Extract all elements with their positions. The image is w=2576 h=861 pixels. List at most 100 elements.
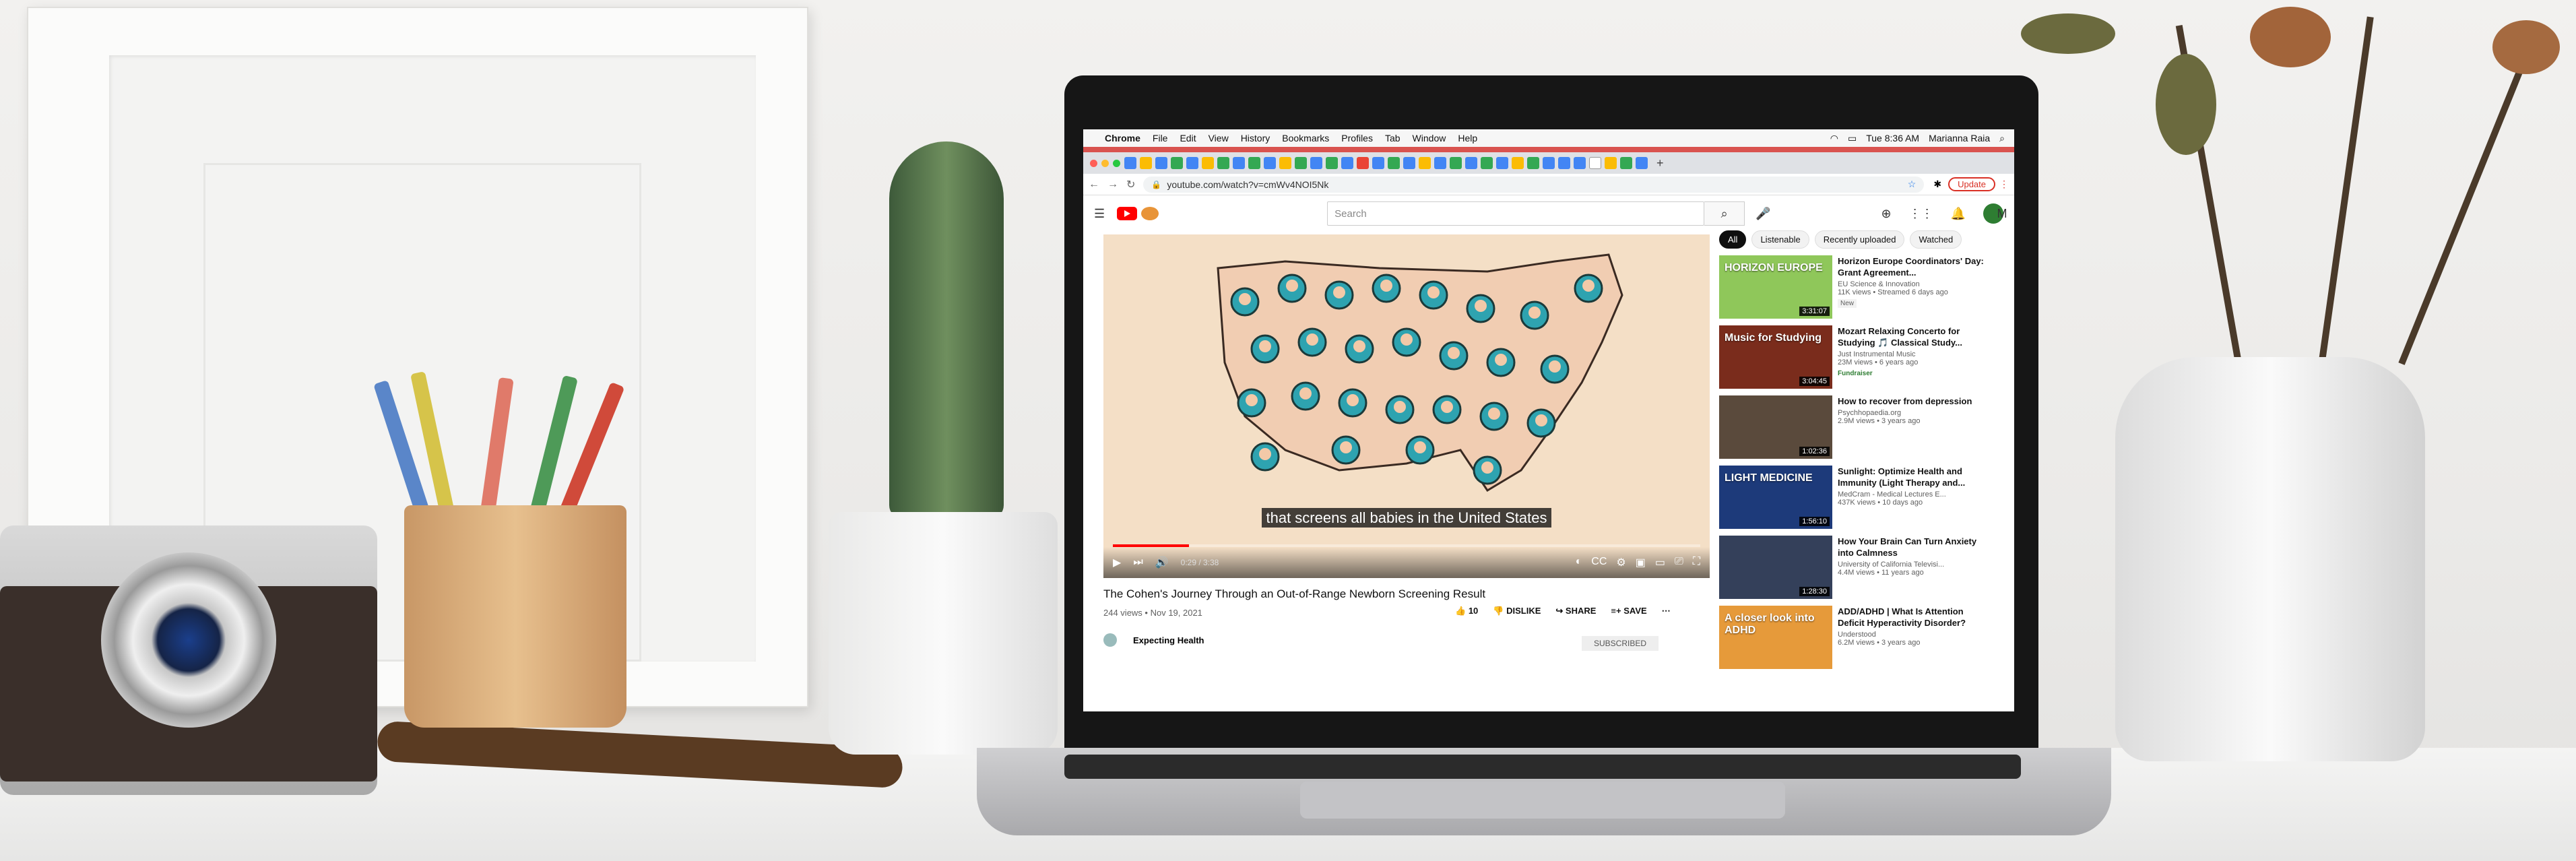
minimize-window-icon[interactable] — [1101, 159, 1109, 167]
recommendation-title[interactable]: ADD/ADHD | What Is Attention Deficit Hyp… — [1838, 606, 1986, 629]
tab-favicon[interactable] — [1589, 157, 1601, 169]
recommendation-channel[interactable]: Just Instrumental Music — [1838, 350, 1986, 358]
cast-icon[interactable]: ⎚ — [1675, 556, 1683, 569]
like-button[interactable]: 👍 10 — [1455, 606, 1478, 616]
recommendation-channel[interactable]: Understood — [1838, 631, 1986, 639]
fullscreen-icon[interactable]: ⛶ — [1693, 556, 1700, 569]
video-player[interactable]: that screens all babies in the United St… — [1103, 234, 1710, 578]
chip-watched[interactable]: Watched — [1910, 230, 1962, 249]
miniplayer-icon[interactable]: ▣ — [1636, 556, 1646, 569]
channel-name[interactable]: Expecting Health — [1133, 635, 1204, 645]
menu-help[interactable]: Help — [1458, 133, 1477, 144]
url-text[interactable]: youtube.com/watch?v=cmWv4NOI5Nk — [1167, 179, 1328, 190]
video-thumbnail[interactable]: 1:28:30 — [1719, 536, 1832, 599]
create-video-icon[interactable]: ⊕ — [1881, 207, 1891, 221]
menu-window[interactable]: Window — [1413, 133, 1446, 144]
recommendation-channel[interactable]: University of California Televisi... — [1838, 561, 1986, 569]
recommendation-item[interactable]: 1:28:30 How Your Brain Can Turn Anxiety i… — [1719, 536, 2002, 603]
tab-favicon[interactable] — [1388, 157, 1400, 169]
battery-icon[interactable]: ▭ — [1848, 133, 1857, 144]
bookmark-star-icon[interactable]: ☆ — [1908, 179, 1917, 190]
tab-favicon[interactable] — [1512, 157, 1524, 169]
menu-app-name[interactable]: Chrome — [1105, 133, 1140, 144]
subscribed-button[interactable]: SUBSCRIBED — [1582, 636, 1659, 651]
lock-icon[interactable]: 🔒 — [1151, 180, 1161, 189]
recommendation-channel[interactable]: Psychhopaedia.org — [1838, 409, 1986, 417]
recommendation-title[interactable]: How Your Brain Can Turn Anxiety into Cal… — [1838, 536, 1986, 559]
microphone-icon[interactable]: 🎤 — [1756, 207, 1770, 221]
tab-favicon[interactable] — [1481, 157, 1493, 169]
video-thumbnail[interactable]: LIGHT MEDICINE 1:56:10 — [1719, 466, 1832, 529]
tab-favicon[interactable] — [1248, 157, 1260, 169]
tab-favicon[interactable] — [1372, 157, 1384, 169]
chip-listenable[interactable]: Listenable — [1751, 230, 1809, 249]
tab-favicon[interactable] — [1155, 157, 1167, 169]
tab-favicon[interactable] — [1217, 157, 1229, 169]
tab-favicon[interactable] — [1202, 157, 1214, 169]
recommendation-title[interactable]: Mozart Relaxing Concerto for Studying 🎵 … — [1838, 325, 1986, 348]
search-button[interactable]: ⌕ — [1704, 201, 1745, 226]
tab-favicon[interactable] — [1140, 157, 1152, 169]
menu-profiles[interactable]: Profiles — [1341, 133, 1373, 144]
menu-tab[interactable]: Tab — [1385, 133, 1400, 144]
settings-gear-icon[interactable]: ⚙ — [1616, 556, 1625, 569]
close-window-icon[interactable] — [1090, 159, 1097, 167]
tab-favicon[interactable] — [1434, 157, 1446, 169]
zoom-window-icon[interactable] — [1113, 159, 1120, 167]
search-input[interactable]: Search — [1327, 201, 1705, 226]
reload-icon[interactable]: ↻ — [1126, 178, 1135, 191]
update-button[interactable]: Update — [1948, 177, 1995, 191]
menu-view[interactable]: View — [1209, 133, 1229, 144]
recommendation-item[interactable]: Music for Studying 3:04:45 Mozart Relaxing… — [1719, 325, 2002, 393]
address-bar[interactable]: 🔒 youtube.com/watch?v=cmWv4NOI5Nk ☆ — [1143, 176, 1925, 193]
menu-file[interactable]: File — [1153, 133, 1168, 144]
tab-favicon[interactable] — [1310, 157, 1322, 169]
tab-favicon[interactable] — [1186, 157, 1198, 169]
recommendation-title[interactable]: Horizon Europe Coordinators' Day: Grant … — [1838, 255, 1986, 278]
recommendation-channel[interactable]: MedCram - Medical Lectures E... — [1838, 490, 1986, 499]
chip-all[interactable]: All — [1719, 230, 1747, 249]
dislike-button[interactable]: 👎 DISLIKE — [1493, 606, 1541, 616]
youtube-logo-icon[interactable] — [1117, 207, 1138, 220]
extensions-icon[interactable]: ✱ — [1933, 179, 1941, 190]
tab-favicon[interactable] — [1605, 157, 1617, 169]
tab-favicon[interactable] — [1279, 157, 1291, 169]
menu-edit[interactable]: Edit — [1180, 133, 1196, 144]
tab-favicon[interactable] — [1574, 157, 1586, 169]
menu-bookmarks[interactable]: Bookmarks — [1282, 133, 1329, 144]
tab-favicon[interactable] — [1450, 157, 1462, 169]
menu-user[interactable]: Marianna Raia — [1929, 133, 1990, 144]
play-icon[interactable]: ▶ — [1113, 556, 1121, 569]
recommendation-channel[interactable]: EU Science & Innovation — [1838, 280, 1986, 288]
video-thumbnail[interactable]: HORIZON EUROPE 3:31:07 — [1719, 255, 1832, 319]
video-thumbnail[interactable]: 1:02:36 — [1719, 395, 1832, 459]
forward-icon[interactable]: → — [1107, 179, 1118, 191]
share-button[interactable]: ↪ SHARE — [1555, 606, 1596, 616]
tab-favicon[interactable] — [1496, 157, 1508, 169]
tab-favicon[interactable] — [1264, 157, 1276, 169]
tab-favicon[interactable] — [1543, 157, 1555, 169]
channel-avatar[interactable] — [1103, 633, 1117, 647]
new-tab-icon[interactable]: + — [1656, 156, 1664, 170]
volume-icon[interactable]: 🔊 — [1155, 556, 1169, 569]
tab-favicon[interactable] — [1171, 157, 1183, 169]
tab-favicon[interactable] — [1465, 157, 1477, 169]
recommendation-item[interactable]: LIGHT MEDICINE 1:56:10 Sunlight: Optimize … — [1719, 466, 2002, 533]
tab-favicon[interactable] — [1527, 157, 1539, 169]
menu-clock[interactable]: Tue 8:36 AM — [1866, 133, 1919, 144]
wifi-icon[interactable]: ◠ — [1830, 133, 1838, 144]
autoplay-toggle-icon[interactable]: ◐ — [1576, 556, 1582, 569]
hamburger-menu-icon[interactable]: ☰ — [1094, 207, 1105, 221]
spotlight-icon[interactable]: ⌕ — [1999, 133, 2005, 144]
youtube-doodle-icon[interactable] — [1141, 207, 1159, 220]
recommendation-item[interactable]: HORIZON EUROPE 3:31:07 Horizon Europe Coor… — [1719, 255, 2002, 323]
tab-favicon[interactable] — [1636, 157, 1648, 169]
tab-favicon[interactable] — [1341, 157, 1353, 169]
menu-history[interactable]: History — [1241, 133, 1270, 144]
tab-favicon[interactable] — [1357, 157, 1369, 169]
chrome-menu-icon[interactable]: ⋮ — [1999, 179, 2009, 190]
video-thumbnail[interactable]: A closer look into ADHD — [1719, 606, 1832, 669]
next-icon[interactable]: ⏭ — [1133, 556, 1142, 569]
recommendation-title[interactable]: How to recover from depression — [1838, 395, 1986, 407]
tab-favicon[interactable] — [1233, 157, 1245, 169]
